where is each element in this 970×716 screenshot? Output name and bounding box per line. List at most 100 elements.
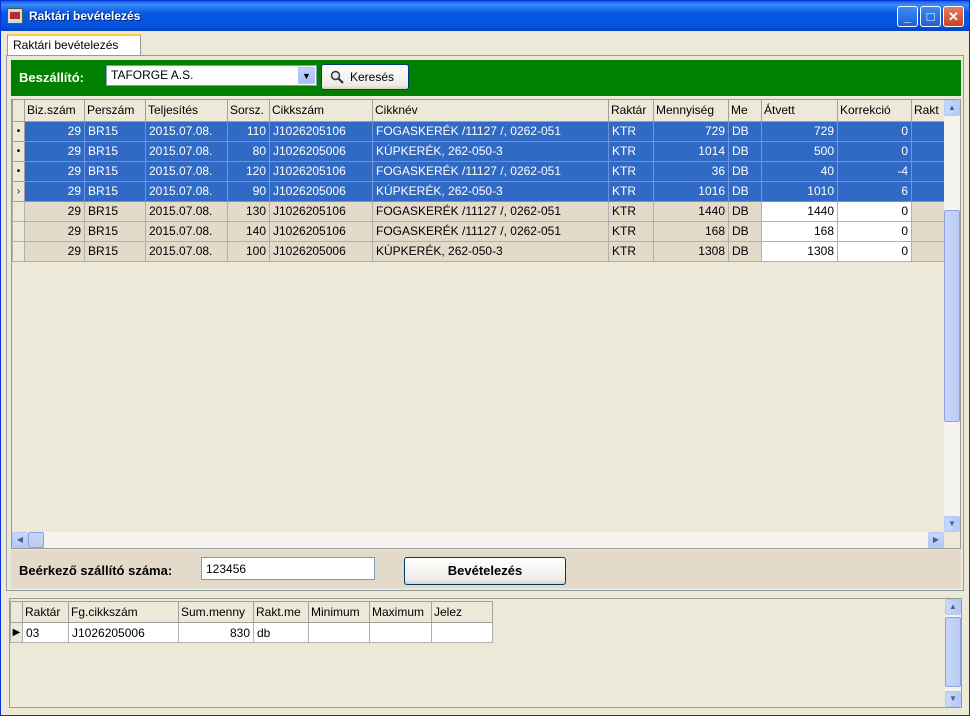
table-cell: 2015.07.08. [145,160,228,182]
minimize-button[interactable]: _ [897,6,918,27]
table-cell: DB [728,120,762,142]
table-cell: 29 [24,160,85,182]
col-header[interactable]: Sum.menny [178,601,254,623]
row-indicator[interactable] [12,240,25,262]
row-indicator[interactable] [12,220,25,242]
scroll-right-icon[interactable]: ▶ [928,532,944,548]
table-cell: 830 [178,622,254,643]
table-cell[interactable]: 729 [761,120,838,142]
summary-table: Raktár Fg.cikkszám Sum.menny Rakt.me Min… [10,601,493,643]
col-header[interactable]: Raktár [608,100,654,122]
scroll-thumb[interactable] [944,210,960,422]
col-header[interactable]: Teljesítés [145,100,228,122]
col-header[interactable]: Minimum [308,601,370,623]
main-grid[interactable]: Biz.szám Perszám Teljesítés Sorsz. Cikks… [11,99,961,549]
table-cell[interactable]: 6 [837,180,912,202]
scroll-down-icon[interactable]: ▼ [945,691,961,707]
table-cell: J1026205106 [269,200,373,222]
scroll-down-icon[interactable]: ▼ [944,516,960,532]
col-header[interactable]: Korrekció [837,100,912,122]
main-grid-hscrollbar[interactable]: ◀ ▶ [12,532,944,548]
scroll-thumb[interactable] [28,532,44,548]
main-grid-vscrollbar[interactable]: ▲ ▼ [944,100,960,532]
col-header[interactable]: Fg.cikkszám [68,601,179,623]
table-cell: 729 [653,120,729,142]
col-header[interactable]: Raktár [22,601,69,623]
table-cell: KÚPKERÉK, 262-050-3 [372,240,609,262]
table-cell: 2015.07.08. [145,220,228,242]
table-cell: FOGASKERÉK /11127 /, 0262-051 [372,200,609,222]
table-row[interactable]: 29 BR15 2015.07.08. 140 J1026205106 FOGASKERÉ… [12,220,947,242]
scroll-up-icon[interactable]: ▲ [944,100,960,116]
table-cell[interactable]: 1308 [761,240,838,262]
table-cell: BR15 [84,220,146,242]
table-cell[interactable]: 40 [761,160,838,182]
table-cell[interactable]: -4 [837,160,912,182]
bevetelezes-button[interactable]: Bevételezés [404,557,566,585]
table-row[interactable]: ▶ 03 J1026205006 830 db [10,622,493,643]
row-indicator[interactable]: • [12,140,25,162]
col-header[interactable]: Maximum [369,601,432,623]
col-header[interactable]: Rakt [911,100,947,122]
col-header[interactable]: Perszám [84,100,146,122]
row-indicator[interactable]: ▶ [10,622,23,643]
scroll-thumb[interactable] [945,617,961,687]
table-row[interactable]: 29 BR15 2015.07.08. 100 J1026205006 KÚPKERÉK,… [12,240,947,262]
row-indicator[interactable]: › [12,180,25,202]
col-header[interactable]: Me [728,100,762,122]
maximize-button[interactable]: □ [920,6,941,27]
table-cell[interactable]: 1440 [761,200,838,222]
col-header[interactable]: Jelez [431,601,493,623]
col-header[interactable]: Sorsz. [227,100,270,122]
table-cell: DB [728,140,762,162]
table-cell [369,622,432,643]
scroll-left-icon[interactable]: ◀ [12,532,28,548]
table-cell: J1026205006 [269,240,373,262]
scroll-up-icon[interactable]: ▲ [945,599,961,615]
table-cell: 100 [227,240,270,262]
table-cell[interactable]: 0 [837,220,912,242]
col-header[interactable]: Cikkszám [269,100,373,122]
table-cell [911,120,947,142]
title-bar[interactable]: Raktári bevételezés _ □ ✕ [1,1,969,31]
row-indicator-header [12,100,25,122]
table-cell[interactable]: 168 [761,220,838,242]
main-table: Biz.szám Perszám Teljesítés Sorsz. Cikks… [12,100,947,262]
table-row[interactable]: 29 BR15 2015.07.08. 130 J1026205106 FOGASKERÉ… [12,200,947,222]
table-cell[interactable]: 0 [837,240,912,262]
chevron-down-icon[interactable]: ▼ [298,67,315,84]
table-cell[interactable]: 0 [837,200,912,222]
table-row[interactable]: • 29 BR15 2015.07.08. 120 J1026205106 FOGASKER… [12,160,947,182]
table-cell[interactable]: 0 [837,140,912,162]
search-button[interactable]: Keresés [321,64,409,90]
table-cell[interactable]: 0 [837,120,912,142]
row-indicator[interactable] [12,200,25,222]
close-button[interactable]: ✕ [943,6,964,27]
table-cell: 2015.07.08. [145,240,228,262]
table-cell[interactable]: 1010 [761,180,838,202]
col-header[interactable]: Cikknév [372,100,609,122]
supplier-number-input[interactable] [201,557,375,580]
summary-grid-vscrollbar[interactable]: ▲ ▼ [945,599,961,707]
row-indicator[interactable]: • [12,160,25,182]
col-header[interactable]: Rakt.me [253,601,309,623]
table-row[interactable]: • 29 BR15 2015.07.08. 110 J1026205106 FOGASKER… [12,120,947,142]
summary-grid[interactable]: Raktár Fg.cikkszám Sum.menny Rakt.me Min… [9,598,962,708]
table-cell: 1014 [653,140,729,162]
search-label: Keresés [350,70,395,84]
table-cell: 2015.07.08. [145,140,228,162]
row-indicator[interactable]: • [12,120,25,142]
col-header[interactable]: Biz.szám [24,100,85,122]
table-cell[interactable]: 500 [761,140,838,162]
col-header[interactable]: Mennyiség [653,100,729,122]
tab-raktari-bevetelezes[interactable]: Raktári bevételezés [7,34,141,56]
table-cell: FOGASKERÉK /11127 /, 0262-051 [372,160,609,182]
table-cell: BR15 [84,140,146,162]
table-cell: 1440 [653,200,729,222]
table-row[interactable]: › 29 BR15 2015.07.08. 90 J1026205006 KÚPKERÉK,… [12,180,947,202]
supplier-label: Beszállító: [19,70,85,85]
supplier-select[interactable]: TAFORGE A.S. ▼ [106,65,317,86]
table-cell [911,200,947,222]
table-row[interactable]: • 29 BR15 2015.07.08. 80 J1026205006 KÚPKERÉK,… [12,140,947,162]
col-header[interactable]: Átvett [761,100,838,122]
